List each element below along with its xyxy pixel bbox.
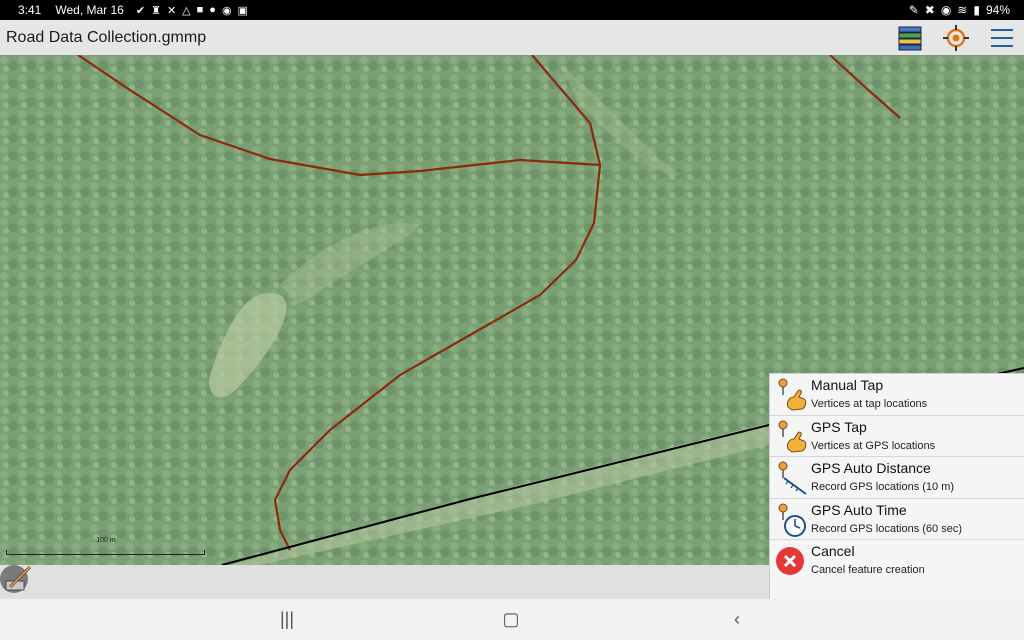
home-button[interactable]: ▢ bbox=[496, 607, 526, 631]
feature-creation-menu: Manual Tap Vertices at tap locations GPS… bbox=[769, 373, 1024, 599]
menu-item-description: Record GPS locations (60 sec) bbox=[811, 522, 963, 535]
home-icon: ▢ bbox=[502, 608, 520, 629]
menu-item-gps-tap[interactable]: GPS Tap Vertices at GPS locations bbox=[770, 416, 1024, 458]
status-date: Wed, Mar 16 bbox=[55, 3, 124, 17]
clock-icon bbox=[778, 503, 806, 537]
menu-item-label: GPS Auto Time bbox=[811, 501, 907, 518]
menu-item-gps-auto-distance[interactable]: GPS Auto Distance Record GPS locations (… bbox=[770, 457, 1024, 499]
menu-item-label: GPS Auto Distance bbox=[811, 460, 931, 477]
battery-level: 94% bbox=[985, 3, 1010, 17]
menu-item-cancel[interactable]: Cancel Cancel feature creation bbox=[770, 540, 1024, 582]
menu-icon bbox=[991, 28, 1013, 47]
status-bar: 3:41 Wed, Mar 16 ✔ ♜ ✕ △ ■ ● ◉ ▣ ✎ ✖ ◉ ≋… bbox=[0, 0, 1024, 20]
menu-item-label: Manual Tap bbox=[811, 377, 884, 393]
check-icon: ✔ bbox=[135, 4, 146, 17]
menu-item-label: GPS Tap bbox=[811, 418, 867, 435]
menu-item-description: Vertices at tap locations bbox=[811, 398, 928, 410]
app-actions bbox=[896, 20, 1016, 55]
recents-icon: ||| bbox=[279, 608, 295, 629]
bottom-toolbar bbox=[0, 565, 769, 599]
menu-item-label: Cancel bbox=[811, 543, 855, 560]
pen-icon: ✎ bbox=[908, 3, 919, 17]
system-nav-bar: ||| ▢ ‹ bbox=[0, 599, 1024, 640]
scale-bar: 100 m bbox=[6, 537, 206, 557]
cancel-icon bbox=[776, 547, 804, 576]
menu-item-gps-auto-time[interactable]: GPS Auto Time Record GPS locations (60 s… bbox=[770, 499, 1024, 541]
signal-icon: ▮ bbox=[973, 3, 980, 17]
menu-item-description: Cancel feature creation bbox=[811, 564, 925, 577]
tap-hand-icon bbox=[778, 378, 807, 411]
menu-item-description: Vertices at GPS locations bbox=[811, 439, 936, 452]
edit-button[interactable] bbox=[0, 561, 36, 597]
system-icons: ✎ ✖ ◉ ≋ ▮ 94% bbox=[909, 3, 1010, 17]
box-icon: ▣ bbox=[237, 4, 248, 17]
layers-button[interactable] bbox=[896, 24, 924, 52]
lock-icon: ■ bbox=[196, 3, 204, 16]
location-icon: ◉ bbox=[221, 4, 232, 17]
wifi-icon: ≋ bbox=[957, 3, 968, 17]
menu-button[interactable] bbox=[988, 24, 1016, 52]
mute-icon: ✖ bbox=[924, 3, 935, 17]
chess-icon: ♜ bbox=[151, 4, 161, 17]
distance-icon bbox=[778, 461, 807, 495]
bulb-icon: ● bbox=[209, 3, 216, 16]
scale-line bbox=[6, 550, 205, 555]
menu-item-description: Record GPS locations (10 m) bbox=[811, 481, 955, 494]
status-time: 3:41 bbox=[18, 3, 42, 17]
app-title: Road Data Collection.gmmp bbox=[6, 28, 207, 46]
tools-icon: ✕ bbox=[166, 4, 177, 17]
notification-icons: ✔ ♜ ✕ △ ■ ● ◉ ▣ bbox=[136, 4, 248, 17]
gps-center-button[interactable] bbox=[942, 24, 970, 52]
location-icon: ◉ bbox=[940, 3, 952, 17]
app-bar: Road Data Collection.gmmp bbox=[0, 20, 1024, 55]
edit-pencil-icon bbox=[0, 565, 32, 593]
screen: 3:41 Wed, Mar 16 ✔ ♜ ✕ △ ■ ● ◉ ▣ ✎ ✖ ◉ ≋… bbox=[0, 0, 1024, 640]
triangle-icon: △ bbox=[182, 4, 191, 17]
recents-button[interactable]: ||| bbox=[272, 607, 302, 631]
gps-target-icon bbox=[943, 24, 969, 51]
scale-label: 100 m bbox=[96, 537, 116, 544]
back-icon: ‹ bbox=[734, 608, 740, 629]
menu-item-manual-tap[interactable]: Manual Tap Vertices at tap locations bbox=[770, 374, 1024, 416]
layers-icon bbox=[898, 26, 922, 50]
back-button[interactable]: ‹ bbox=[722, 607, 752, 631]
gps-tap-icon bbox=[778, 420, 807, 453]
